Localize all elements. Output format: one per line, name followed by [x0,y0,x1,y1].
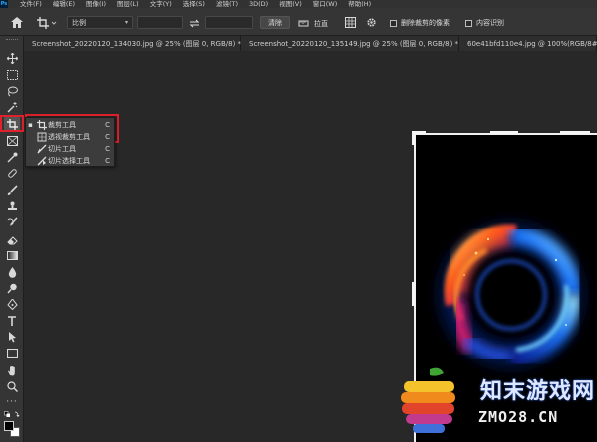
crop-tool-preset-picker[interactable] [34,15,60,30]
crop-icon [35,120,48,130]
flyout-item-shortcut: C [105,121,110,129]
lasso-tool-icon[interactable] [4,84,20,98]
menu-help[interactable]: 帮助(H) [348,0,371,8]
dodge-tool-icon[interactable] [4,281,20,295]
crop-handle-left[interactable] [412,282,415,306]
width-input[interactable] [137,16,183,29]
menu-3d[interactable]: 3D(D) [249,0,268,8]
menu-edit[interactable]: 编辑(E) [53,0,75,8]
menu-bar: Ps 文件(F) 编辑(E) 图像(I) 图层(L) 文字(Y) 选择(S) 滤… [0,0,597,8]
content-aware-checkbox[interactable]: 内容识别 [465,18,504,28]
history-brush-icon[interactable] [4,215,20,229]
checkbox-icon[interactable] [390,19,397,27]
ratio-select[interactable]: 比例 ▾ [67,16,133,29]
crop-handle-top[interactable] [490,131,518,134]
photoshop-logo[interactable]: Ps [0,0,8,8]
crop-tool-flyout: ▪ 裁剪工具 C 透视裁剪工具 C 切片工具 C 切片选择工具 C [25,117,115,167]
flyout-item-label: 透视裁剪工具 [48,133,90,141]
menu-image[interactable]: 图像(I) [86,0,106,8]
perspective-crop-icon [35,132,48,142]
type-tool-icon[interactable] [4,314,20,328]
crop-tool-highlight [0,115,24,132]
straighten-label[interactable]: 拉直 [314,19,328,29]
move-tool-icon[interactable] [4,51,20,65]
color-swatches[interactable] [4,421,20,437]
blur-tool-icon[interactable] [4,265,20,279]
checkbox-icon[interactable] [465,19,472,27]
default-colors-icon[interactable] [4,411,20,419]
delete-cropped-pixels-label: 删除裁剪的像素 [401,19,450,27]
flyout-item-perspective-crop[interactable]: 透视裁剪工具 C [26,131,116,143]
hand-tool-icon[interactable] [4,363,20,377]
crop-handle-top-left-vertical[interactable] [412,131,415,145]
document-tab[interactable]: Screenshot_20220120_135149.jpg @ 25% (图层… [241,36,468,51]
watermark-title: 知末游戏网 [480,379,596,404]
rectangle-tool-icon[interactable] [4,346,20,360]
options-bar: 比例 ▾ 清除 拉直 删除裁剪的像素 内容识别 [0,8,597,36]
flyout-item-slice[interactable]: 切片工具 C [26,143,116,155]
marquee-tool-icon[interactable] [4,68,20,82]
more-tools-icon[interactable]: ··· [4,395,20,409]
straighten-icon[interactable] [296,17,310,29]
flyout-item-label: 裁剪工具 [48,121,76,129]
content-aware-label: 内容识别 [476,19,504,27]
delete-cropped-pixels-checkbox[interactable]: 删除裁剪的像素 [390,18,450,28]
home-icon[interactable] [8,15,26,30]
frame-tool-icon[interactable] [4,134,20,148]
flyout-item-shortcut: C [105,133,110,141]
foreground-color-swatch[interactable] [4,421,14,431]
swap-dimensions-icon[interactable] [187,17,201,29]
toolbox-grip[interactable] [6,39,18,41]
tab-label: 60e41bfd110e4.jpg @ 100%(RGB/8#) * [467,39,597,48]
overlay-grid-icon[interactable] [343,16,357,29]
slice-icon [35,144,48,154]
document-tab[interactable]: Screenshot_20220120_134030.jpg @ 25% (图层… [24,36,251,51]
flyout-item-label: 切片工具 [48,145,76,153]
document-tab-bar: Screenshot_20220120_134030.jpg @ 25% (图层… [24,36,597,51]
menu-view[interactable]: 视图(V) [279,0,302,8]
tab-label: Screenshot_20220120_134030.jpg @ 25% (图层… [32,39,242,48]
clone-stamp-icon[interactable] [4,199,20,213]
path-selection-icon[interactable] [4,330,20,344]
flyout-item-shortcut: C [105,145,110,153]
magic-wand-icon[interactable] [4,100,20,114]
pen-tool-icon[interactable] [4,297,20,311]
zoom-tool-icon[interactable] [4,379,20,393]
menu-filter[interactable]: 滤镜(T) [216,0,238,8]
menu-file[interactable]: 文件(F) [20,0,42,8]
toolbox: ··· [0,36,24,442]
height-input[interactable] [205,16,253,29]
document-tab[interactable]: 60e41bfd110e4.jpg @ 100%(RGB/8#) * × [459,36,597,51]
watermark-logo [401,367,455,433]
flyout-item-shortcut: C [105,157,110,165]
eyedropper-icon[interactable] [4,150,20,164]
healing-brush-icon[interactable] [4,166,20,180]
active-bullet-icon: ▪ [28,121,33,129]
menu-window[interactable]: 窗口(W) [313,0,338,8]
flyout-item-slice-select[interactable]: 切片选择工具 C [26,155,116,167]
slice-select-icon [35,156,48,166]
menu-select[interactable]: 选择(S) [183,0,205,8]
clear-button[interactable]: 清除 [260,16,290,29]
flyout-item-label: 切片选择工具 [48,157,90,165]
chevron-down-icon: ▾ [124,19,128,26]
menu-type[interactable]: 文字(Y) [150,0,172,8]
gradient-tool-icon[interactable] [4,248,20,262]
gear-icon[interactable] [364,16,378,29]
eraser-icon[interactable] [4,232,20,246]
brush-tool-icon[interactable] [4,183,20,197]
crop-handle-top-right[interactable] [560,131,590,134]
menu-layer[interactable]: 图层(L) [117,0,139,8]
tab-label: Screenshot_20220120_135149.jpg @ 25% (图层… [249,39,459,48]
ratio-select-value: 比例 [72,18,86,27]
flyout-item-crop[interactable]: ▪ 裁剪工具 C [26,119,116,131]
watermark-url: ZMO28.CN [478,408,559,426]
